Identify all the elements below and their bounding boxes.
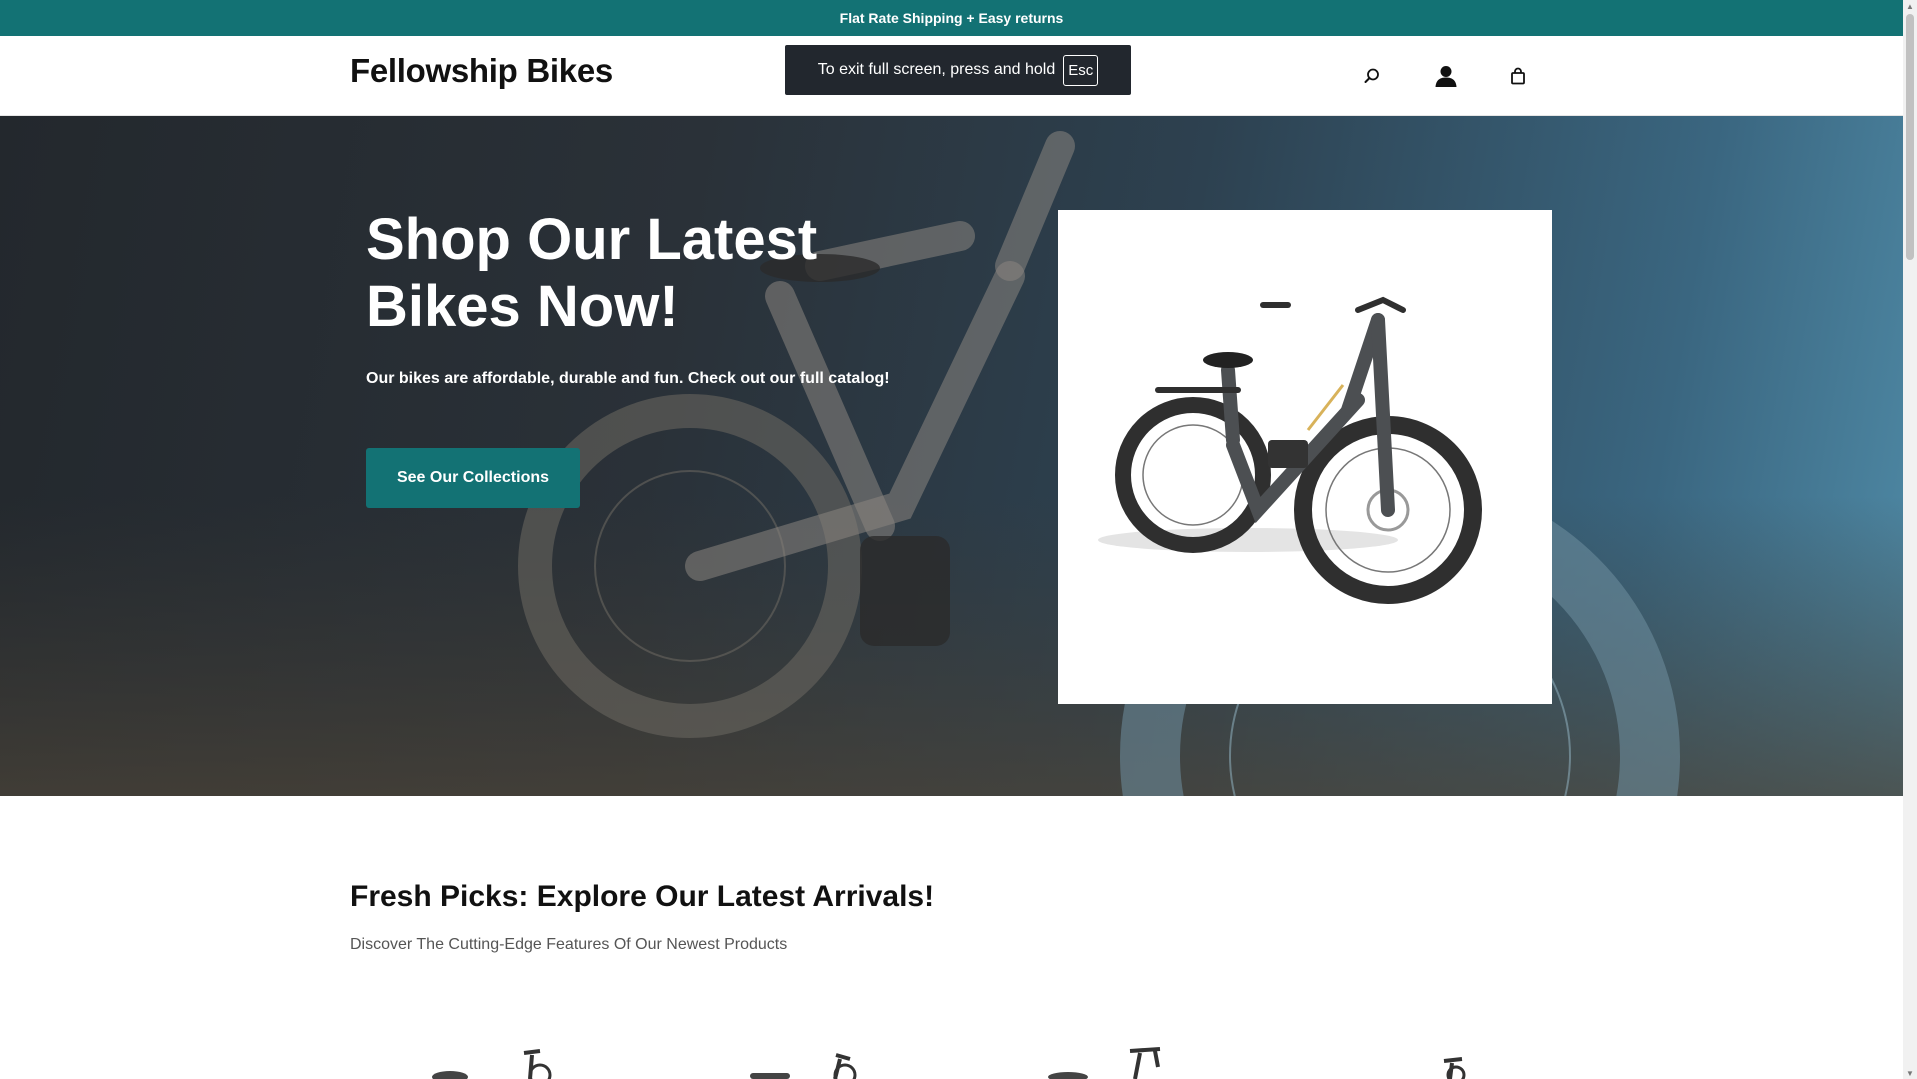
hero-product-image-card[interactable]: [1058, 210, 1552, 704]
fullscreen-toast-text: To exit full screen, press and hold: [817, 61, 1056, 78]
product-thumbnail[interactable]: [420, 1045, 580, 1079]
hero-banner: Shop Our Latest Bikes Now! Our bikes are…: [0, 116, 1903, 796]
fullscreen-exit-toast: To exit full screen, press and hold Esc: [785, 45, 1131, 95]
scroll-down-arrow-icon[interactable]: ▼: [1906, 1069, 1914, 1078]
cart-icon[interactable]: [1502, 60, 1534, 92]
fresh-picks-subtitle: Discover The Cutting-Edge Features Of Ou…: [350, 936, 788, 953]
product-thumbnail[interactable]: [740, 1045, 900, 1079]
product-thumbnail[interactable]: [1040, 1045, 1200, 1079]
fresh-picks-title: Fresh Picks: Explore Our Latest Arrivals…: [350, 880, 935, 913]
announcement-text: Flat Rate Shipping + Easy returns: [839, 10, 1064, 26]
vertical-scrollbar[interactable]: ▲ ▼: [1903, 0, 1917, 1079]
esc-key-hint: Esc: [1063, 54, 1099, 86]
see-collections-button[interactable]: See Our Collections: [366, 448, 580, 508]
hero-subtitle: Our bikes are affordable, durable and fu…: [366, 370, 890, 387]
hero-background-bike-image: [0, 131, 1903, 796]
scroll-up-arrow-icon[interactable]: ▲: [1906, 2, 1914, 11]
site-logo[interactable]: Fellowship Bikes: [350, 52, 613, 90]
product-thumbnail[interactable]: [1400, 1045, 1560, 1079]
search-icon[interactable]: [1356, 60, 1388, 92]
ebike-product-image: [1098, 296, 1482, 604]
account-icon[interactable]: [1430, 60, 1462, 92]
announcement-bar: Flat Rate Shipping + Easy returns: [0, 0, 1903, 36]
page: Flat Rate Shipping + Easy returns Fellow…: [0, 0, 1917, 1079]
scrollbar-thumb[interactable]: [1906, 14, 1914, 260]
hero-title: Shop Our Latest Bikes Now!: [366, 207, 818, 339]
